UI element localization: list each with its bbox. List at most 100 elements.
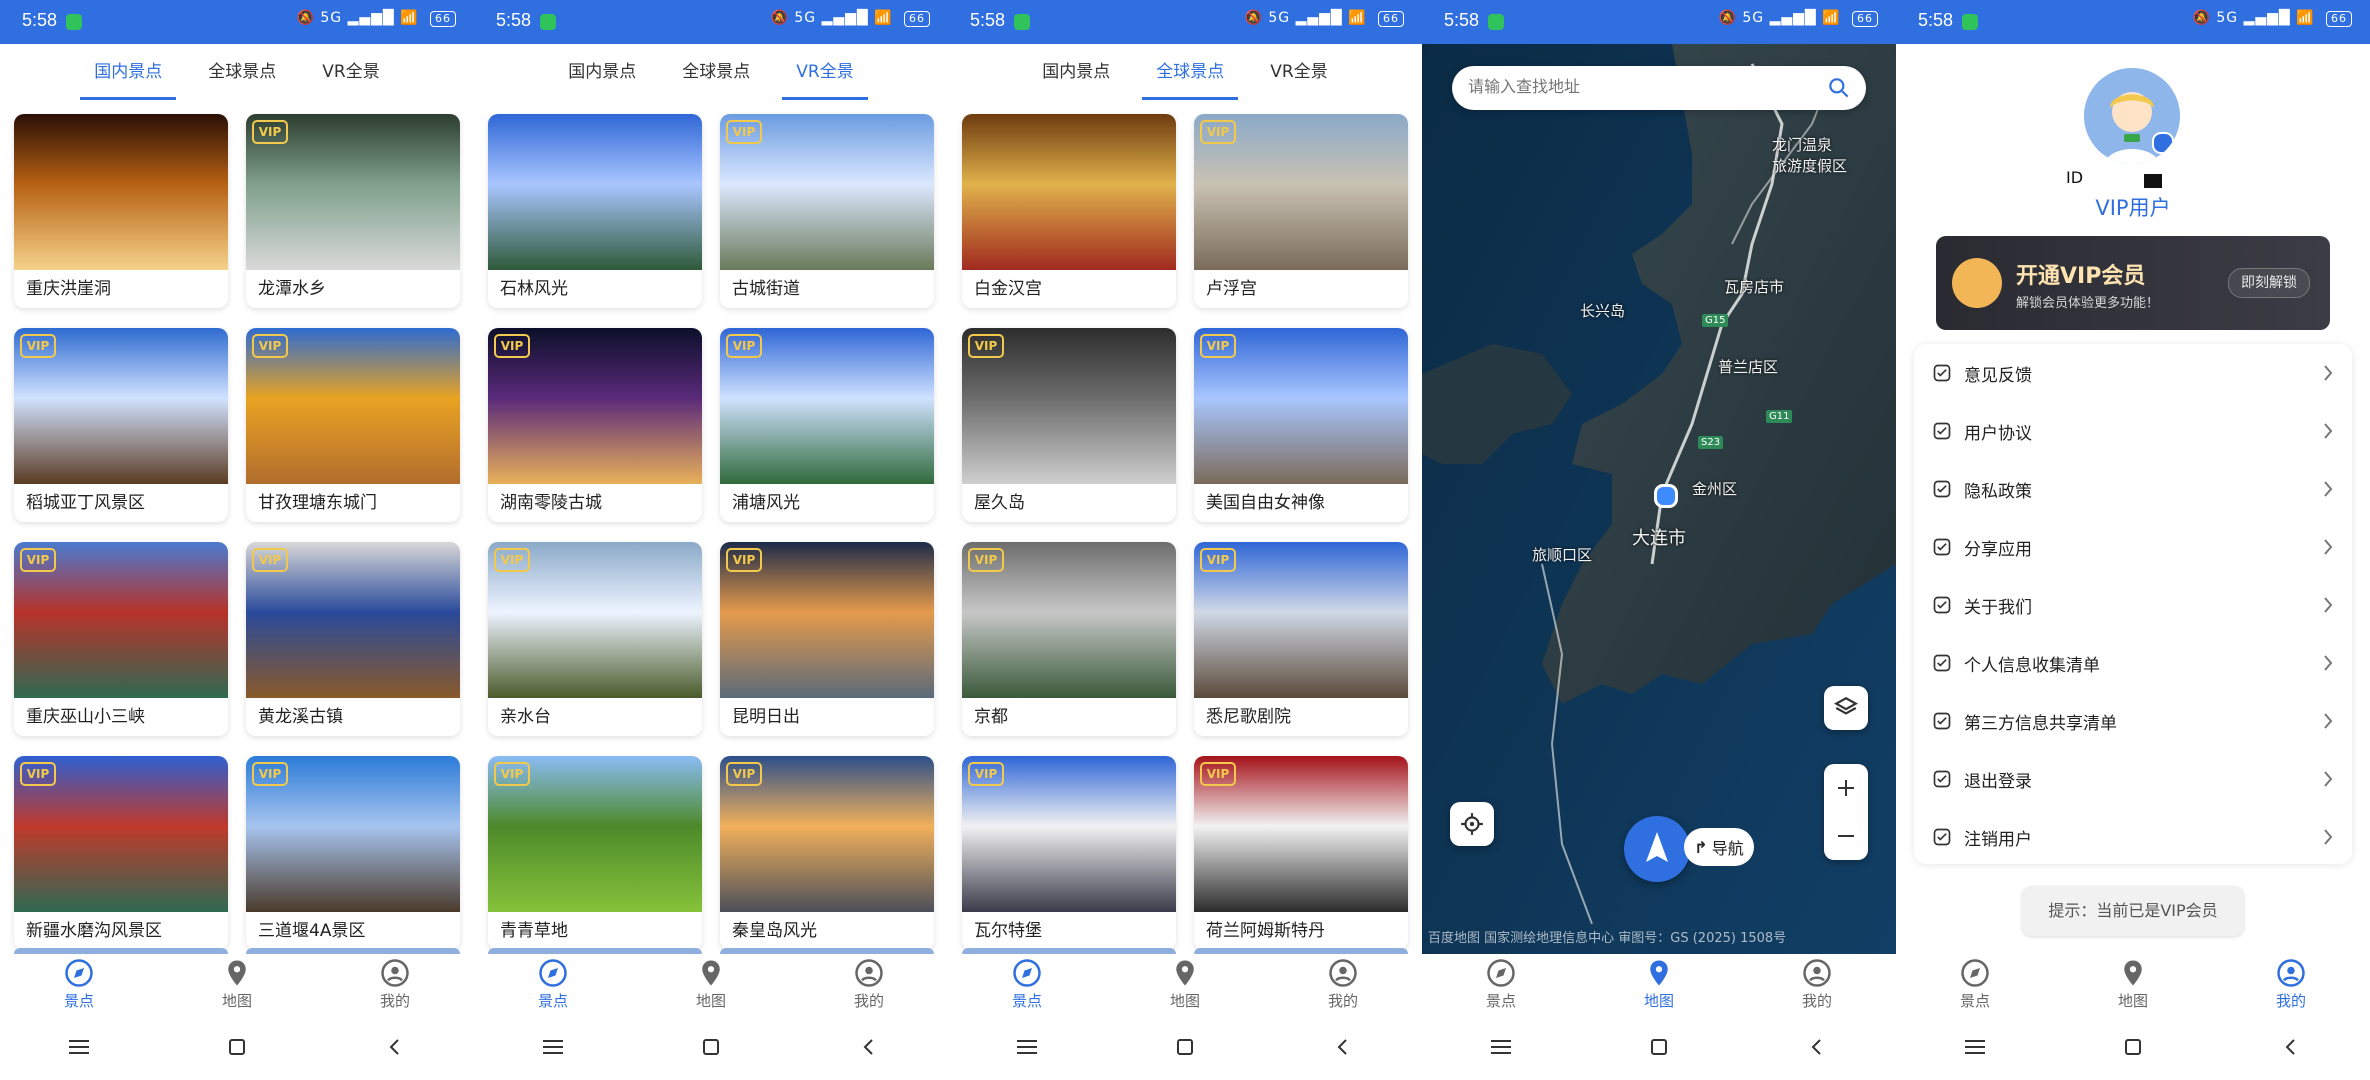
back-button[interactable] (2261, 1027, 2321, 1067)
nav-scenic[interactable]: 景点 (503, 958, 603, 1011)
tab-domestic[interactable]: 国内景点 (80, 44, 177, 100)
scenic-card[interactable]: VIP 重庆巫山小三峡 (14, 542, 228, 736)
menu-item-6[interactable]: 第三方信息共享清单 (1914, 692, 2352, 750)
nav-map[interactable]: 地图 (187, 958, 287, 1011)
nav-mine[interactable]: 我的 (1767, 958, 1867, 1011)
nav-scenic[interactable]: 景点 (29, 958, 129, 1011)
scenic-thumbnail[interactable]: VIP (720, 756, 934, 912)
tab-vr[interactable]: VR全景 (1256, 44, 1341, 100)
recents-button[interactable] (1945, 1027, 2005, 1067)
scenic-thumbnail[interactable]: VIP (720, 114, 934, 270)
back-button[interactable] (839, 1027, 899, 1067)
scenic-thumbnail[interactable]: VIP (246, 328, 460, 484)
avatar[interactable] (2084, 68, 2180, 164)
menu-item-1[interactable]: 用户协议 (1914, 402, 2352, 460)
nav-mine[interactable]: 我的 (1293, 958, 1393, 1011)
scenic-thumbnail[interactable]: VIP (14, 756, 228, 912)
scenic-card[interactable]: VIP 三道堰4A景区 (246, 756, 460, 950)
nav-scenic[interactable]: 景点 (1925, 958, 2025, 1011)
scenic-card[interactable]: 石林风光 (488, 114, 702, 308)
menu-item-3[interactable]: 分享应用 (1914, 518, 2352, 576)
scenic-card[interactable]: VIP 秦皇岛风光 (720, 756, 934, 950)
scenic-card[interactable]: VIP 湖南零陵古城 (488, 328, 702, 522)
scenic-card[interactable]: VIP 亲水台 (488, 542, 702, 736)
back-button[interactable] (1313, 1027, 1373, 1067)
scenic-thumbnail[interactable]: VIP (246, 114, 460, 270)
layers-button[interactable] (1824, 686, 1868, 730)
menu-item-7[interactable]: 退出登录 (1914, 750, 2352, 808)
scenic-card[interactable]: VIP 悉尼歌剧院 (1194, 542, 1408, 736)
scenic-thumbnail[interactable]: VIP (488, 542, 702, 698)
tab-global[interactable]: 全球景点 (194, 44, 290, 100)
scenic-thumbnail[interactable] (962, 114, 1176, 270)
locate-button[interactable] (1450, 802, 1494, 846)
nav-mine[interactable]: 我的 (2241, 958, 2341, 1011)
scenic-card[interactable]: VIP 美国自由女神像 (1194, 328, 1408, 522)
back-button[interactable] (365, 1027, 425, 1067)
scenic-card[interactable]: VIP 荷兰阿姆斯特丹 (1194, 756, 1408, 950)
menu-item-8[interactable]: 注销用户 (1914, 808, 2352, 866)
scenic-thumbnail[interactable]: VIP (962, 756, 1176, 912)
nav-scenic[interactable]: 景点 (1451, 958, 1551, 1011)
recents-button[interactable] (523, 1027, 583, 1067)
scenic-card[interactable]: VIP 甘孜理塘东城门 (246, 328, 460, 522)
recents-button[interactable] (1471, 1027, 1531, 1067)
scenic-card[interactable]: VIP 瓦尔特堡 (962, 756, 1176, 950)
scenic-thumbnail[interactable]: VIP (488, 756, 702, 912)
nav-map[interactable]: 地图 (1135, 958, 1235, 1011)
scenic-card[interactable]: VIP 黄龙溪古镇 (246, 542, 460, 736)
scenic-card[interactable]: VIP 卢浮宫 (1194, 114, 1408, 308)
scenic-thumbnail[interactable]: VIP (1194, 756, 1408, 912)
scenic-card[interactable]: VIP 青青草地 (488, 756, 702, 950)
scenic-thumbnail[interactable] (488, 114, 702, 270)
scenic-card[interactable]: VIP 稻城亚丁风景区 (14, 328, 228, 522)
zoom-in-button[interactable] (1824, 764, 1868, 812)
scenic-card[interactable]: VIP 新疆水磨沟风景区 (14, 756, 228, 950)
tab-vr[interactable]: VR全景 (308, 44, 393, 100)
map-search-bar[interactable] (1452, 66, 1866, 110)
home-button[interactable] (1155, 1027, 1215, 1067)
scenic-thumbnail[interactable]: VIP (14, 328, 228, 484)
search-icon[interactable] (1826, 75, 1852, 101)
scenic-card[interactable]: 白金汉宫 (962, 114, 1176, 308)
navigate-fab[interactable] (1624, 816, 1690, 882)
vip-banner[interactable]: 开通VIP会员 解锁会员体验更多功能！ 即刻解锁 (1936, 236, 2330, 330)
tab-global[interactable]: 全球景点 (668, 44, 764, 100)
scenic-thumbnail[interactable] (14, 114, 228, 270)
nav-mine[interactable]: 我的 (819, 958, 919, 1011)
scenic-thumbnail[interactable]: VIP (1194, 114, 1408, 270)
scenic-card[interactable]: 重庆洪崖洞 (14, 114, 228, 308)
zoom-out-button[interactable] (1824, 812, 1868, 860)
back-button[interactable] (1787, 1027, 1847, 1067)
home-button[interactable] (207, 1027, 267, 1067)
scenic-thumbnail[interactable]: VIP (720, 542, 934, 698)
scenic-thumbnail[interactable]: VIP (720, 328, 934, 484)
scenic-thumbnail[interactable]: VIP (1194, 328, 1408, 484)
map-search-input[interactable] (1466, 78, 1826, 98)
scenic-thumbnail[interactable]: VIP (962, 542, 1176, 698)
menu-item-4[interactable]: 关于我们 (1914, 576, 2352, 634)
map-view[interactable]: 龙门温泉 旅游度假区 长兴岛 瓦房店市 普兰店区 金州区 大连市 旅顺口区 G1… (1422, 44, 1896, 954)
navigate-button[interactable]: ↱ 导航 (1684, 828, 1754, 866)
tab-global[interactable]: 全球景点 (1142, 44, 1239, 100)
vip-unlock-button[interactable]: 即刻解锁 (2228, 268, 2310, 298)
tab-vr[interactable]: VR全景 (782, 44, 869, 100)
scenic-card[interactable]: VIP 昆明日出 (720, 542, 934, 736)
scenic-thumbnail[interactable]: VIP (488, 328, 702, 484)
nav-map[interactable]: 地图 (661, 958, 761, 1011)
home-button[interactable] (1629, 1027, 1689, 1067)
home-button[interactable] (681, 1027, 741, 1067)
scenic-thumbnail[interactable]: VIP (246, 542, 460, 698)
scenic-card[interactable]: VIP 龙潭水乡 (246, 114, 460, 308)
nav-map[interactable]: 地图 (1609, 958, 1709, 1011)
nav-scenic[interactable]: 景点 (977, 958, 1077, 1011)
recents-button[interactable] (49, 1027, 109, 1067)
scenic-thumbnail[interactable]: VIP (962, 328, 1176, 484)
nav-mine[interactable]: 我的 (345, 958, 445, 1011)
scenic-thumbnail[interactable]: VIP (246, 756, 460, 912)
nav-map[interactable]: 地图 (2083, 958, 2183, 1011)
menu-item-2[interactable]: 隐私政策 (1914, 460, 2352, 518)
scenic-thumbnail[interactable]: VIP (1194, 542, 1408, 698)
scenic-card[interactable]: VIP 京都 (962, 542, 1176, 736)
scenic-thumbnail[interactable]: VIP (14, 542, 228, 698)
